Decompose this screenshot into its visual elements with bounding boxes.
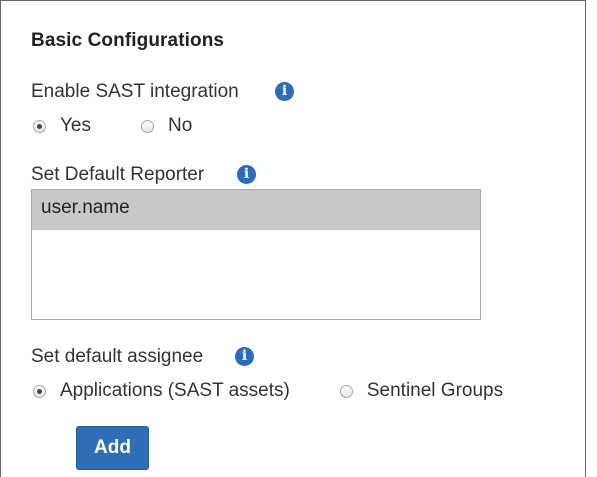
assignee-sentinel-groups-option[interactable]: Sentinel Groups (339, 380, 504, 402)
sast-no-option[interactable]: No (141, 115, 192, 137)
sast-integration-radio-group: Yes No (33, 115, 192, 137)
assignee-applications-radio[interactable] (33, 384, 46, 398)
info-icon[interactable]: i (237, 165, 256, 184)
assignee-sentinel-groups-label: Sentinel Groups (366, 380, 504, 401)
reporter-option-user-name[interactable]: user.name (32, 190, 480, 230)
default-reporter-label: Set Default Reporter (31, 164, 205, 185)
assignee-applications-label: Applications (SAST assets) (60, 380, 290, 401)
configuration-panel: Basic Configurations Enable SAST integra… (0, 0, 586, 477)
default-assignee-label: Set default assignee (31, 346, 204, 367)
sast-no-label: No (168, 115, 193, 136)
sast-yes-label: Yes (60, 115, 91, 136)
default-reporter-listbox[interactable]: user.name (31, 189, 481, 320)
sast-no-radio[interactable] (141, 119, 154, 133)
sast-yes-radio[interactable] (33, 119, 46, 133)
sast-yes-option[interactable]: Yes (33, 115, 91, 137)
info-icon[interactable]: i (235, 347, 254, 366)
sast-integration-label: Enable SAST integration (31, 81, 239, 102)
assignee-sentinel-groups-radio[interactable] (339, 384, 353, 398)
default-assignee-radio-group: Applications (SAST assets) Sentinel Grou… (33, 380, 503, 402)
section-title: Basic Configurations (31, 30, 225, 51)
assignee-applications-option[interactable]: Applications (SAST assets) (33, 380, 290, 402)
info-icon[interactable]: i (275, 82, 294, 101)
add-button[interactable]: Add (76, 426, 149, 470)
